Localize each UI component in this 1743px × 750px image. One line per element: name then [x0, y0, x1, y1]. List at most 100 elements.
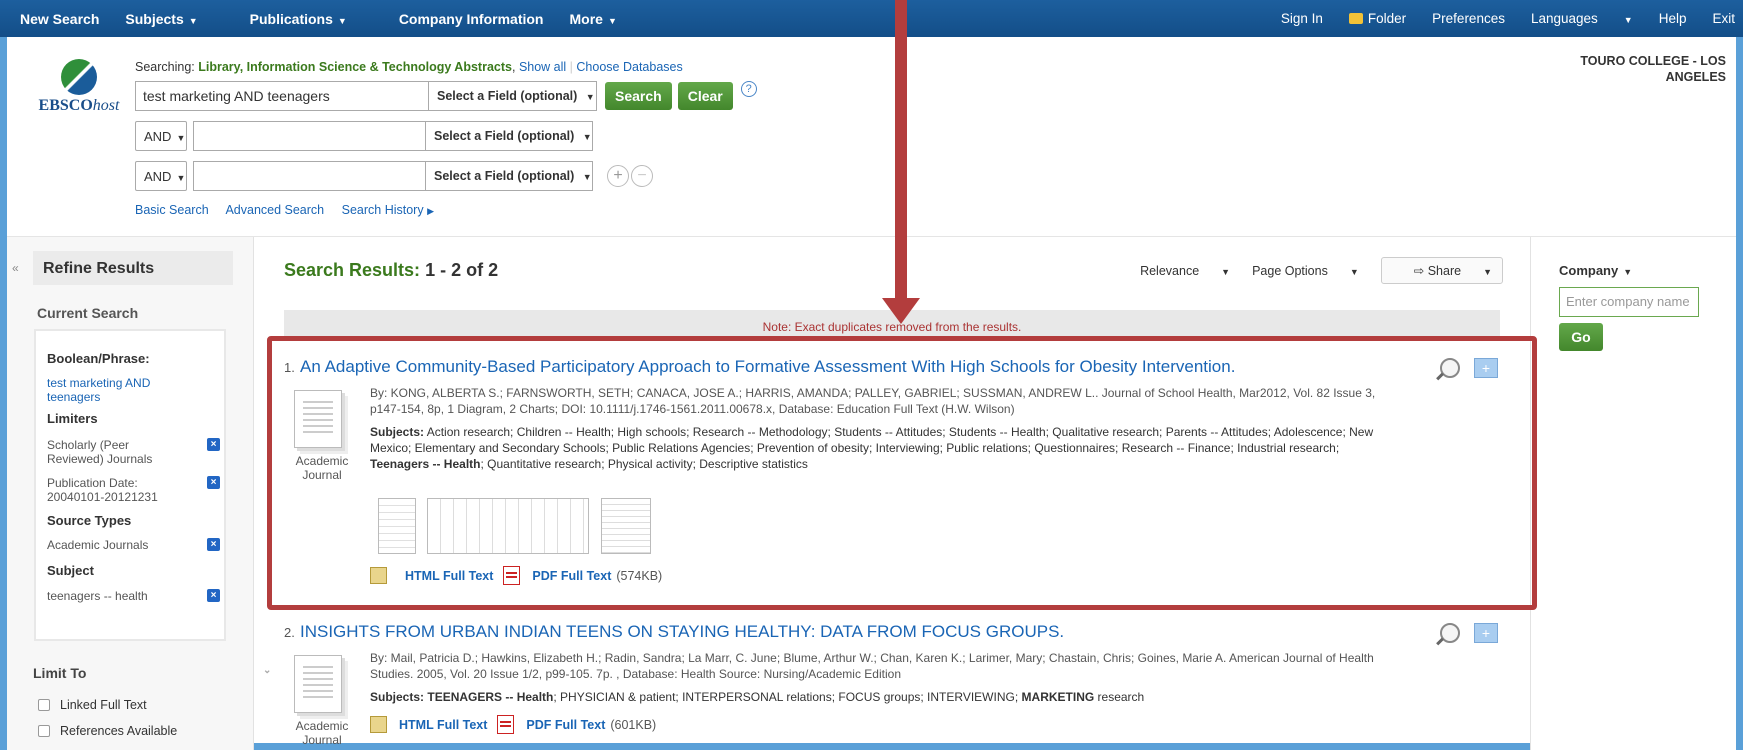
- remove-row-icon[interactable]: −: [631, 165, 653, 187]
- caret-down-icon: ▼: [337, 15, 347, 26]
- choose-databases-link[interactable]: Choose Databases: [576, 60, 682, 74]
- limiters-heading: Limiters: [47, 411, 98, 426]
- company-search-input[interactable]: Enter company name: [1559, 287, 1699, 317]
- search-results-heading: Search Results: 1 - 2 of 2: [284, 260, 498, 281]
- checkbox-label: References Available: [60, 724, 178, 738]
- caret-down-icon: ▼: [1623, 15, 1633, 25]
- html-full-text-link[interactable]: HTML Full Text: [399, 718, 487, 732]
- annotation-arrow-head: [882, 298, 920, 324]
- field-select-label: Select a Field (optional): [437, 89, 578, 103]
- search-row-1: test marketing AND teenagers Select a Fi…: [135, 81, 757, 111]
- nav-publications[interactable]: Publications ▼: [250, 11, 373, 27]
- remove-source-icon[interactable]: ×: [207, 538, 220, 551]
- current-search-label: Current Search: [37, 305, 139, 321]
- refine-results-heading: Refine Results: [33, 251, 233, 285]
- results-toolbar: Relevance ▼ Page Options ▼ ⇨ Share ▼: [1118, 257, 1503, 284]
- ebsco-logo-icon: [61, 59, 97, 95]
- collapse-sidebar-icon[interactable]: «: [12, 261, 19, 275]
- checkbox-icon: [38, 699, 50, 711]
- search-input-1[interactable]: test marketing AND teenagers: [135, 81, 429, 111]
- share-button[interactable]: ⇨ Share ▼: [1380, 257, 1503, 284]
- checkbox-icon: [38, 725, 50, 737]
- subject-teenagers-health: teenagers -- health: [47, 589, 148, 603]
- caret-down-icon: ▼: [607, 15, 617, 26]
- subjects-bold: TEENAGERS -- Health: [427, 690, 554, 704]
- institution-name: TOURO COLLEGE - LOS ANGELES: [1580, 53, 1726, 85]
- bool-label: AND: [144, 129, 172, 144]
- institution-line-2: ANGELES: [1665, 70, 1726, 84]
- nav-languages[interactable]: Languages ▼: [1531, 11, 1633, 26]
- result-subjects: Subjects: TEENAGERS -- Health; PHYSICIAN…: [370, 689, 1380, 705]
- left-sidebar: « Refine Results Current Search⌄ Boolean…: [7, 237, 323, 750]
- pdf-full-text-link[interactable]: PDF Full Text: [526, 718, 605, 732]
- references-available-checkbox[interactable]: References Available: [38, 724, 177, 738]
- nav-subjects[interactable]: Subjects ▼: [125, 11, 223, 27]
- subjects-bold-2: MARKETING: [1021, 690, 1095, 704]
- nav-sign-in[interactable]: Sign In: [1281, 11, 1323, 26]
- bool-select-3[interactable]: AND ▼: [135, 161, 187, 191]
- search-history-label: Search History: [341, 203, 424, 217]
- limit-to-heading[interactable]: Limit To ⌄: [33, 665, 271, 681]
- subjects-text: ; PHYSICIAN & patient; INTERPERSONAL rel…: [553, 690, 1019, 704]
- help-icon[interactable]: ?: [740, 81, 757, 97]
- search-button[interactable]: Search: [605, 82, 672, 110]
- company-label: Company: [1559, 263, 1619, 278]
- field-select-3[interactable]: Select a Field (optional) ▼: [426, 161, 593, 191]
- basic-search-link[interactable]: Basic Search: [135, 203, 209, 217]
- nav-folder-label: Folder: [1367, 11, 1407, 26]
- caret-down-icon: ▼: [176, 173, 186, 183]
- share-label: Share: [1427, 264, 1462, 278]
- remove-limiter-icon[interactable]: ×: [207, 476, 220, 489]
- advanced-search-link[interactable]: Advanced Search: [225, 203, 324, 217]
- subjects-label: Subjects:: [370, 690, 425, 704]
- remove-subject-icon[interactable]: ×: [207, 589, 220, 602]
- nav-help[interactable]: Help: [1659, 11, 1687, 26]
- search-links: Basic Search Advanced Search Search Hist…: [135, 203, 462, 217]
- search-header: EBSCOhost Searching: Library, Informatio…: [7, 37, 1736, 237]
- show-all-link[interactable]: Show all: [519, 60, 566, 74]
- bool-select-2[interactable]: AND ▼: [135, 121, 187, 151]
- search-input-3[interactable]: [193, 161, 426, 191]
- caret-down-icon: ▼: [582, 172, 592, 182]
- result-actions: +: [1440, 623, 1498, 643]
- search-input-2[interactable]: [193, 121, 426, 151]
- caret-down-icon: ▼: [1349, 266, 1359, 277]
- ebscohost-logo[interactable]: EBSCOhost: [29, 59, 129, 115]
- nav-new-search[interactable]: New Search: [20, 11, 99, 27]
- field-select-2[interactable]: Select a Field (optional) ▼: [426, 121, 593, 151]
- bool-label: AND: [144, 169, 172, 184]
- search-history-link[interactable]: Search History ▶: [342, 203, 448, 217]
- current-search-box: Boolean/Phrase: test marketing AND teena…: [34, 329, 226, 641]
- pdf-icon: [497, 715, 515, 734]
- nav-preferences[interactable]: Preferences: [1432, 11, 1505, 26]
- caret-down-icon: ▼: [582, 132, 592, 142]
- result-title-link[interactable]: INSIGHTS FROM URBAN INDIAN TEENS ON STAY…: [300, 622, 1064, 642]
- logo-text: EBSCOhost: [29, 97, 129, 115]
- nav-folder[interactable]: Folder: [1348, 11, 1407, 26]
- share-icon: ⇨: [1413, 264, 1425, 278]
- caret-down-icon: ▼: [1483, 267, 1492, 277]
- add-to-folder-icon[interactable]: +: [1474, 623, 1498, 643]
- boolean-phrase-value[interactable]: test marketing AND teenagers: [47, 376, 167, 404]
- current-search-heading[interactable]: Current Search⌄: [37, 305, 323, 321]
- linked-full-text-checkbox[interactable]: Linked Full Text: [38, 698, 147, 712]
- preview-magnifier-icon[interactable]: [1440, 623, 1460, 643]
- field-select-label: Select a Field (optional): [434, 129, 575, 143]
- publication-type-b: Journal: [302, 733, 342, 747]
- caret-right-icon: ▶: [427, 206, 435, 216]
- company-heading[interactable]: Company ▼: [1559, 263, 1632, 278]
- nav-exit[interactable]: Exit: [1712, 11, 1735, 26]
- company-go-button[interactable]: Go: [1559, 323, 1603, 351]
- page-options[interactable]: Page Options ▼: [1252, 264, 1359, 278]
- search-row-3: AND ▼ Select a Field (optional) ▼ + −: [135, 161, 653, 191]
- add-row-icon[interactable]: +: [607, 165, 629, 187]
- remove-limiter-icon[interactable]: ×: [207, 438, 220, 451]
- nav-more[interactable]: More ▼: [569, 11, 642, 27]
- nav-company-information[interactable]: Company Information: [399, 11, 544, 27]
- relevance-sort[interactable]: Relevance ▼: [1140, 264, 1230, 278]
- caret-down-icon: ▼: [1623, 267, 1633, 277]
- field-select-1[interactable]: Select a Field (optional) ▼: [429, 81, 597, 111]
- clear-button[interactable]: Clear: [677, 82, 733, 110]
- relevance-label: Relevance: [1140, 263, 1200, 278]
- limiter-publication-date: Publication Date: 20040101-20121231: [47, 476, 158, 504]
